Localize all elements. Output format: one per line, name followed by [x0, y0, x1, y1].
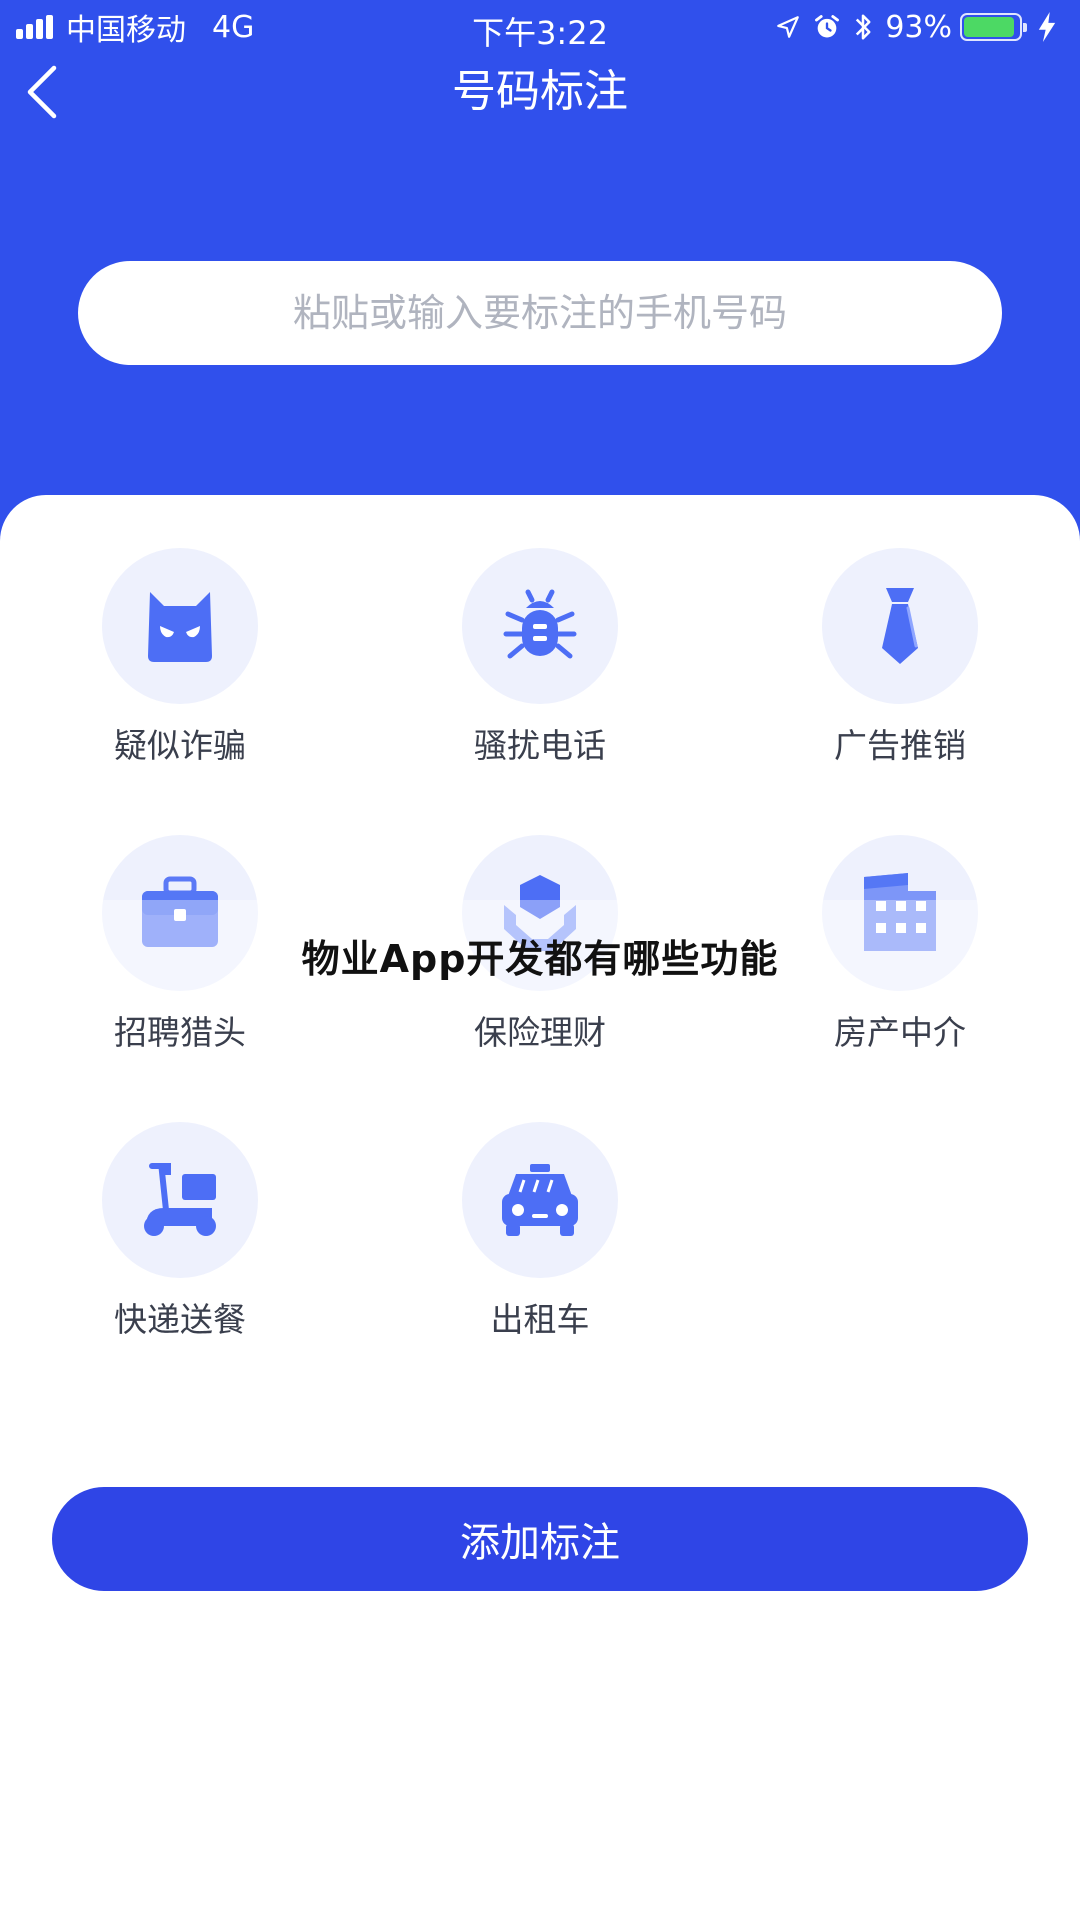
- taxi-icon: [502, 1164, 578, 1236]
- battery-percent: 93%: [885, 9, 952, 45]
- category-icon-bg: [102, 1122, 258, 1278]
- category-label: 骚扰电话: [474, 726, 606, 765]
- category-icon-bg: [462, 548, 618, 704]
- status-bar: 中国移动 4G 下午3:22 93%: [0, 0, 1080, 54]
- page-title: 号码标注: [452, 66, 628, 117]
- category-delivery[interactable]: 快递送餐: [50, 1122, 310, 1340]
- category-icon-bg: [462, 1122, 618, 1278]
- status-right: 93%: [775, 8, 1068, 46]
- scooter-icon: [144, 1163, 216, 1236]
- category-label: 房产中介: [834, 1013, 966, 1052]
- category-label: 保险理财: [474, 1013, 606, 1052]
- phone-number-input[interactable]: [78, 261, 1002, 365]
- category-harassment[interactable]: 骚扰电话: [410, 548, 670, 766]
- alarm-icon: [815, 15, 840, 38]
- category-advertising[interactable]: 广告推销: [770, 548, 1030, 766]
- category-icon-bg: [822, 548, 978, 704]
- bluetooth-icon: [856, 14, 871, 40]
- battery-icon: [960, 13, 1027, 41]
- category-label: 招聘猎头: [114, 1013, 246, 1052]
- location-arrow-icon: [777, 16, 800, 38]
- necktie-icon: [882, 588, 918, 664]
- category-label: 出租车: [490, 1300, 590, 1339]
- battery-fill: [964, 17, 1015, 37]
- category-taxi[interactable]: 出租车: [410, 1122, 670, 1340]
- category-label: 疑似诈骗: [114, 726, 246, 765]
- watermark-text: 物业App开发都有哪些功能: [301, 937, 779, 981]
- category-label: 快递送餐: [114, 1300, 246, 1339]
- bug-icon: [503, 589, 577, 659]
- category-label: 广告推销: [834, 726, 966, 765]
- add-tag-button[interactable]: 添加标注: [52, 1487, 1028, 1591]
- devil-icon: [148, 592, 212, 662]
- category-icon-bg: [102, 548, 258, 704]
- category-fraud[interactable]: 疑似诈骗: [50, 548, 310, 766]
- charging-bolt-icon: [1038, 12, 1056, 42]
